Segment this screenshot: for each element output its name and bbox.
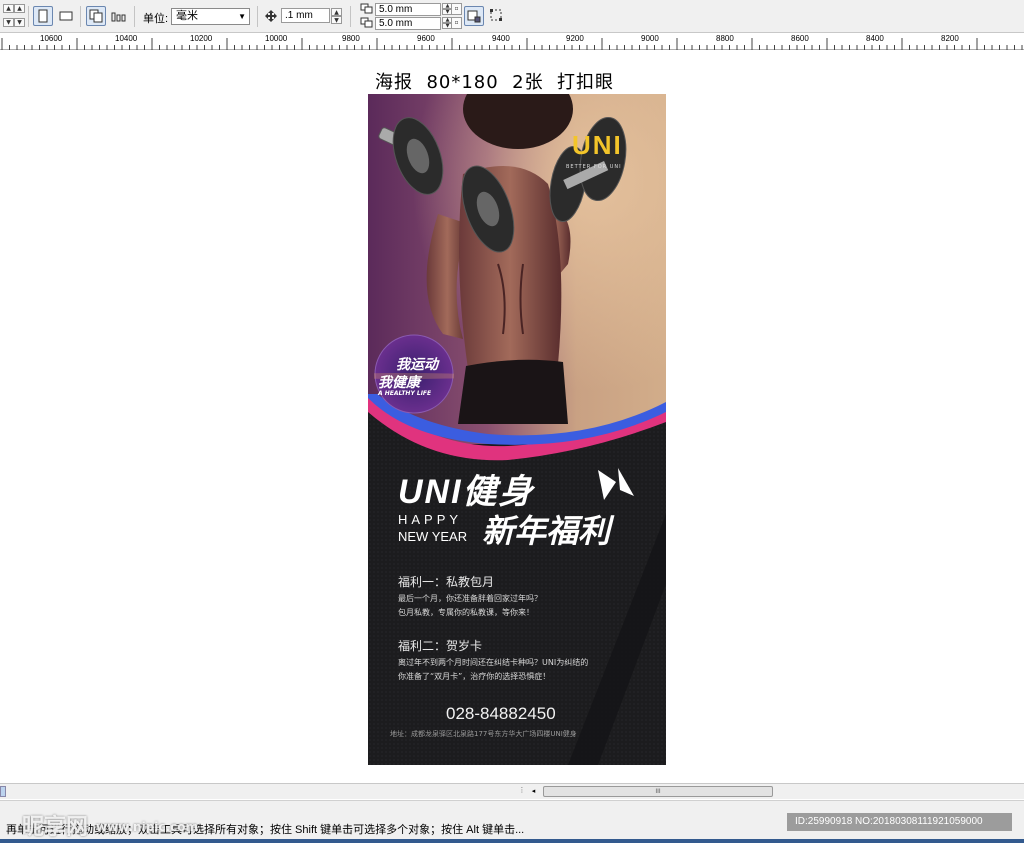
unit-select[interactable]: 毫米 ▼ bbox=[171, 8, 250, 25]
select-frame-icon bbox=[467, 10, 481, 23]
benefit-2-line-1: 离过年不到两个月时间还在纠结卡种吗？UNI为纠结的 bbox=[398, 658, 589, 667]
happy-text: HAPPY bbox=[398, 512, 463, 527]
uni-logo: UNI bbox=[572, 130, 623, 160]
ruler-tick-label: 8400 bbox=[866, 34, 884, 43]
ruler-tick-label: 8200 bbox=[941, 34, 959, 43]
scroll-divider-grip[interactable]: ⋮ bbox=[518, 786, 526, 797]
ruler-tick-label: 10400 bbox=[115, 34, 138, 43]
page-columns-icon bbox=[111, 12, 126, 22]
benefit-1-line-1: 最后一个月，你还准备胖着回家过年吗？ bbox=[398, 594, 542, 603]
chevron-down-icon: ▼ bbox=[238, 12, 246, 21]
scroll-left-arrow-icon[interactable]: ◂ bbox=[528, 786, 539, 797]
all-pages-button[interactable] bbox=[86, 6, 106, 26]
ruler-tick-label: 8600 bbox=[791, 34, 809, 43]
ruler-tick-label: 9000 bbox=[641, 34, 659, 43]
landscape-page-icon bbox=[59, 11, 73, 21]
treat-as-filled-button[interactable] bbox=[464, 6, 484, 26]
ruler-tick-label: 9600 bbox=[417, 34, 435, 43]
ruler-tick-label: 9400 bbox=[492, 34, 510, 43]
portrait-orientation-button[interactable] bbox=[33, 6, 53, 26]
draw-frame-button[interactable] bbox=[487, 6, 507, 26]
pages-icon bbox=[89, 9, 103, 23]
status-bar: 再单击可进行拖动或缩放；双击工具可选择所有对象；按住 Shift 键单击可选择多… bbox=[0, 800, 1024, 843]
duplicate-x-input[interactable]: 5.0 mm bbox=[375, 3, 441, 16]
ruler-tick-label: 10600 bbox=[40, 34, 63, 43]
lock-ratio-toggle[interactable]: ▫ bbox=[451, 3, 462, 15]
sparkle-icon bbox=[598, 468, 634, 500]
spin-up-icon[interactable]: ▲ bbox=[14, 4, 25, 13]
ruler-tick-label: 10200 bbox=[190, 34, 213, 43]
benefit-2-line-2: 你准备了“双月卡”，治疗你的选择恐惧症！ bbox=[398, 672, 551, 681]
address-text: 地址：成都龙泉驿区北泉路177号东方华大广场四楼UNI健身 bbox=[390, 730, 577, 738]
subheadline: 新年福利 bbox=[482, 512, 611, 550]
poster-spec-title: 海报 80*180 2张 打扣眼 bbox=[375, 72, 615, 93]
watermark-logo: 昵享网 bbox=[22, 815, 89, 840]
taskbar-strip bbox=[0, 839, 1024, 843]
badge-slogan-1: 我运动 bbox=[396, 357, 438, 373]
ruler-tick-label: 9800 bbox=[342, 34, 360, 43]
duplicate-x-icon bbox=[360, 3, 373, 14]
spin-down-icon[interactable]: ▼ bbox=[14, 18, 25, 27]
phone-number: 028-84882450 bbox=[446, 704, 556, 723]
lock-ratio-toggle[interactable]: ▫ bbox=[451, 17, 462, 29]
current-page-button[interactable] bbox=[109, 6, 129, 26]
unit-label: 单位: bbox=[143, 13, 169, 25]
landscape-orientation-button[interactable] bbox=[56, 6, 76, 26]
benefit-1-title: 福利一：私教包月 bbox=[398, 575, 495, 589]
spin-down-icon[interactable]: ▼ bbox=[331, 16, 342, 24]
new-year-text: NEW YEAR bbox=[398, 529, 468, 544]
logo-tagline: BETTER FOR UNI bbox=[566, 164, 622, 170]
benefit-1-line-2: 包月私教，专属你的私教课，等你来！ bbox=[398, 608, 534, 617]
spin-down-icon[interactable]: ▼ bbox=[3, 18, 14, 27]
spin-up-icon[interactable]: ▲ bbox=[3, 4, 14, 13]
nudge-distance-input[interactable]: .1 mm bbox=[281, 8, 330, 23]
duplicate-y-icon bbox=[360, 17, 373, 28]
horizontal-ruler[interactable]: 10600 10400 10200 10000 9800 9600 9400 9… bbox=[0, 33, 1024, 50]
badge-slogan-2: 我健康 bbox=[378, 375, 420, 391]
badge-slogan-3: A HEALTHY LIFE bbox=[378, 390, 432, 397]
image-id-badge: ID:25990918 NO:20180308111921059000 bbox=[787, 813, 1012, 831]
ruler-tick-label: 8800 bbox=[716, 34, 734, 43]
property-bar: ▲ ▼ ▲ ▼ 单位: 毫米 ▼ .1 mm ▲ ▼ 5.0 mm ▲ ▼ ▫ … bbox=[0, 0, 1024, 33]
scrollbar-thumb[interactable]: III bbox=[543, 786, 773, 797]
page-tab-edge[interactable] bbox=[0, 786, 6, 797]
poster-artwork[interactable]: UNI BETTER FOR UNI 我运动 我健康 A HEALTHY LIF… bbox=[368, 94, 666, 765]
spin-up-icon[interactable]: ▲ bbox=[331, 8, 342, 16]
portrait-page-icon bbox=[38, 9, 48, 23]
horizontal-scrollbar[interactable]: ⋮ ◂ III bbox=[0, 783, 1024, 799]
ruler-tick-label: 10000 bbox=[265, 34, 288, 43]
duplicate-y-input[interactable]: 5.0 mm bbox=[375, 17, 441, 30]
benefit-2-title: 福利二：贺岁卡 bbox=[398, 639, 483, 653]
ruler-tick-label: 9200 bbox=[566, 34, 584, 43]
unit-select-value: 毫米 bbox=[176, 10, 198, 22]
frame-handles-icon bbox=[490, 9, 502, 21]
watermark-url: www.nipic.com bbox=[96, 820, 198, 834]
nudge-arrows-icon bbox=[265, 10, 277, 22]
